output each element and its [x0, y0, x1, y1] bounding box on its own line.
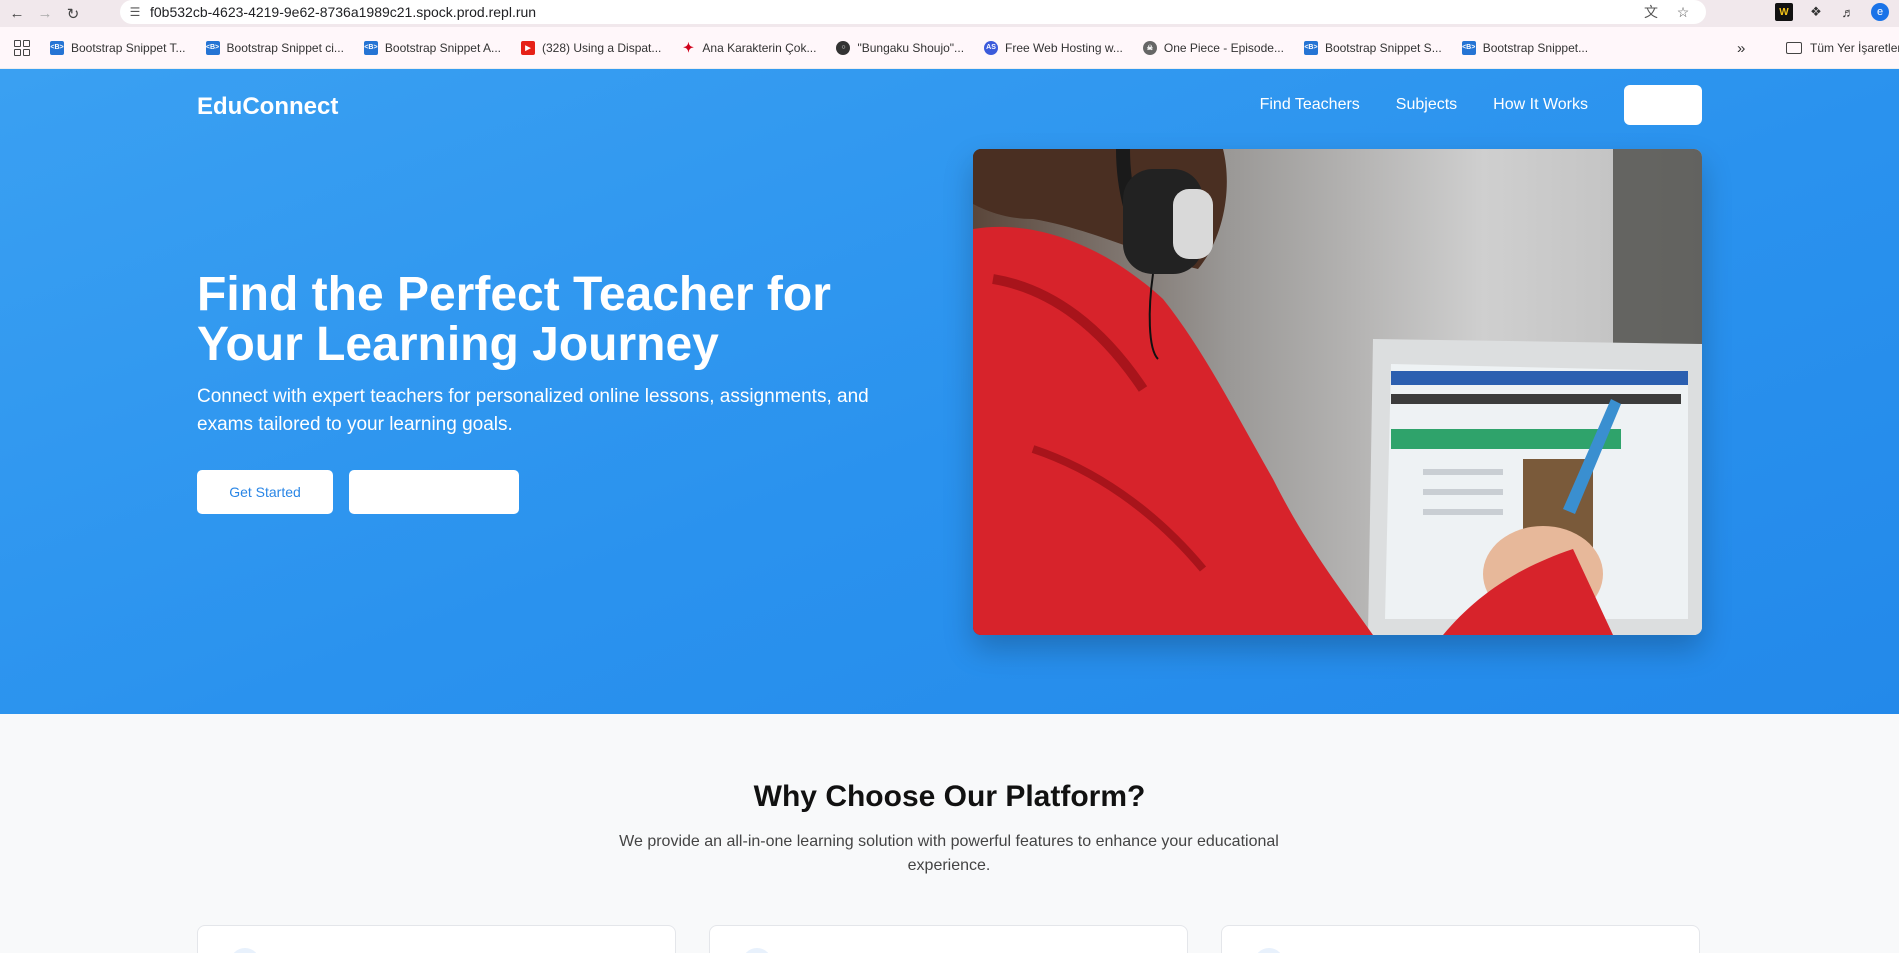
bookmark-item[interactable]: <B> Bootstrap Snippet ci... — [205, 40, 344, 55]
secondary-button[interactable] — [349, 470, 519, 514]
toolbar-actions: W ❖ ♬ e — [1775, 0, 1899, 24]
bookmark-item[interactable]: ▶ (328) Using a Dispat... — [521, 40, 661, 55]
bookmark-item[interactable]: AS Free Web Hosting w... — [984, 40, 1123, 55]
get-started-button[interactable]: Get Started — [197, 470, 333, 514]
url-text[interactable]: f0b532cb-4623-4219-9e62-8736a1989c21.spo… — [150, 4, 536, 20]
as-icon: AS — [984, 40, 999, 55]
bootstrap-icon: <B> — [50, 40, 64, 55]
bookmark-item[interactable]: ✦ Ana Karakterin Çok... — [681, 39, 817, 55]
bird-icon: ✦ — [682, 39, 694, 55]
bootstrap-icon: <B> — [1461, 40, 1476, 55]
nav-link-find-teachers[interactable]: Find Teachers — [1260, 96, 1360, 114]
features-subtitle: We provide an all-in-one learning soluti… — [619, 833, 1279, 874]
hero-image-student-with-headphones — [973, 149, 1702, 635]
features-section: Why Choose Our Platform? We provide an a… — [0, 714, 1899, 953]
nav-links: Find Teachers Subjects How It Works — [1260, 85, 1702, 125]
bookmark-star-icon[interactable]: ☆ — [1674, 3, 1692, 21]
hero-illustration — [973, 149, 1702, 635]
features-title: Why Choose Our Platform? — [753, 780, 1146, 813]
hero-section: EduConnect Find Teachers Subjects How It… — [0, 69, 1899, 714]
feature-card — [197, 925, 676, 953]
bookmark-item[interactable]: <B> Bootstrap Snippet S... — [1303, 40, 1442, 55]
bookmark-item[interactable]: <B> Bootstrap Snippet A... — [363, 40, 501, 55]
feature-icon — [742, 948, 772, 953]
bookmark-item[interactable]: <B> Bootstrap Snippet... — [1461, 40, 1588, 55]
bootstrap-icon: <B> — [1303, 40, 1318, 55]
back-icon[interactable]: ← — [6, 3, 28, 25]
globe-icon: ○ — [836, 40, 851, 55]
extension-w-icon[interactable]: W — [1775, 3, 1793, 21]
reload-icon[interactable]: ↻ — [62, 3, 84, 25]
extensions-puzzle-icon[interactable]: ❖ — [1807, 3, 1825, 21]
nav-link-subjects[interactable]: Subjects — [1396, 96, 1457, 114]
translate-icon[interactable]: 文 — [1642, 3, 1660, 21]
nav-link-how-it-works[interactable]: How It Works — [1493, 96, 1588, 114]
forward-icon[interactable]: → — [34, 3, 56, 25]
hero-title: Find the Perfect Teacher for Your Learni… — [197, 268, 831, 371]
address-bar[interactable]: ☰ f0b532cb-4623-4219-9e62-8736a1989c21.s… — [120, 0, 1706, 24]
folder-icon — [1786, 42, 1802, 54]
feature-card — [1221, 925, 1700, 953]
bookmark-item[interactable]: ☠ One Piece - Episode... — [1142, 40, 1284, 55]
reading-list-icon[interactable]: ♬ — [1839, 3, 1857, 21]
site-logo[interactable]: EduConnect — [197, 93, 338, 121]
site-info-icon[interactable]: ☰ — [126, 3, 144, 21]
nav-cta-button[interactable] — [1624, 85, 1702, 125]
profile-avatar[interactable]: e — [1871, 3, 1889, 21]
onepiece-icon: ☠ — [1142, 40, 1157, 55]
more-bookmarks-chevron-icon[interactable]: » — [1737, 27, 1745, 69]
bookmark-item[interactable]: ○ "Bungaku Shoujo"... — [836, 40, 964, 55]
all-bookmarks-folder[interactable]: Tüm Yer İşaretler — [1786, 27, 1899, 69]
bootstrap-icon: <B> — [205, 40, 220, 55]
bootstrap-icon: <B> — [363, 40, 378, 55]
bookmarks-bar: <B> Bootstrap Snippet T... <B> Bootstrap S… — [0, 27, 1899, 69]
feature-card — [709, 925, 1188, 953]
apps-grid-icon[interactable] — [14, 39, 30, 56]
site-navbar: EduConnect Find Teachers Subjects How It… — [197, 85, 1702, 125]
feature-icon — [1254, 948, 1284, 953]
feature-icon — [230, 948, 260, 953]
youtube-icon: ▶ — [521, 40, 535, 55]
bookmark-item[interactable]: <B> Bootstrap Snippet T... — [50, 40, 186, 55]
hero-subtitle: Connect with expert teachers for persona… — [197, 386, 869, 435]
